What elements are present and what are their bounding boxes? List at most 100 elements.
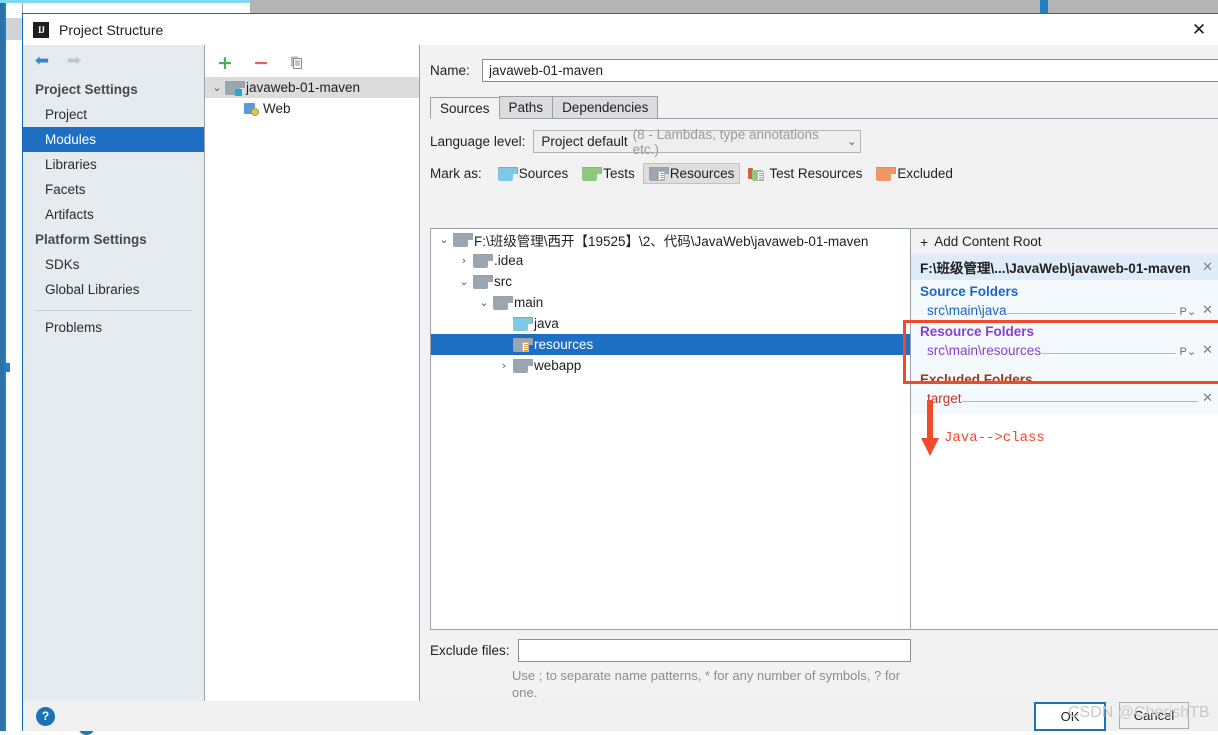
folder-gray-icon	[493, 295, 513, 310]
chevron-down-icon[interactable]: ⌄	[847, 135, 856, 148]
ide-top-cyan-strip	[0, 0, 250, 3]
tree-row-label: resources	[534, 337, 594, 352]
tree-row-label: F:\班级管理\西开【19525】\2、代码\JavaWeb\javaweb-0…	[474, 233, 869, 249]
exclude-files-area: Exclude files: Use ; to separate name pa…	[430, 630, 911, 702]
tab-paths[interactable]: Paths	[498, 96, 554, 118]
tree-row[interactable]: resources	[431, 334, 910, 355]
sidebar-item-project[interactable]: Project	[23, 102, 204, 127]
folder-blue-icon	[513, 316, 533, 331]
intellij-logo-icon: IJ	[33, 21, 49, 38]
module-tab-strip: Sources Paths Dependencies	[430, 95, 1218, 119]
chevron-down-icon[interactable]: ⌄	[455, 275, 473, 288]
folder-resources-icon	[513, 337, 533, 352]
row-rule	[1006, 312, 1176, 314]
sidebar-item-artifacts[interactable]: Artifacts	[23, 202, 204, 227]
tab-dependencies[interactable]: Dependencies	[552, 96, 659, 118]
tree-row-label: src	[494, 274, 512, 289]
source-folders-title: Source Folders	[911, 280, 1218, 301]
folder-gray-icon	[513, 358, 533, 373]
chevron-right-icon[interactable]: ›	[455, 254, 473, 267]
forward-arrow-icon[interactable]: ➡	[65, 52, 83, 70]
content-split: ⌄ F:\班级管理\西开【19525】\2、代码\JavaWeb\javaweb…	[420, 228, 1218, 630]
remove-resource-folder-icon[interactable]: ✕	[1202, 343, 1213, 358]
dialog-title: Project Structure	[59, 21, 164, 38]
mark-as-excluded-button[interactable]: Excluded	[870, 163, 959, 184]
resource-folder-path: src\main\resources	[927, 343, 1042, 358]
sidebar-item-global-libraries[interactable]: Global Libraries	[23, 277, 204, 302]
sidebar-item-problems[interactable]: Problems	[23, 315, 204, 340]
mark-as-tests-button[interactable]: Tests	[576, 163, 641, 184]
exclude-files-label: Exclude files:	[430, 643, 510, 658]
chevron-down-icon[interactable]: ⌄	[475, 296, 493, 309]
module-name-row: Name:	[420, 45, 1218, 82]
sidebar-item-modules[interactable]: Modules	[23, 127, 204, 152]
remove-source-folder-icon[interactable]: ✕	[1202, 303, 1213, 318]
nav-divider	[35, 310, 192, 311]
module-facet-row[interactable]: Web	[205, 98, 419, 119]
mark-as-label: Mark as:	[430, 166, 482, 181]
properties-icon[interactable]: P⌄	[1180, 345, 1197, 358]
chevron-down-icon[interactable]: ⌄	[435, 233, 453, 246]
mark-as-resources-button[interactable]: Resources	[642, 163, 741, 184]
row-rule	[1041, 352, 1176, 354]
add-module-button[interactable]: +	[215, 53, 235, 73]
folder-green-icon	[582, 166, 603, 181]
mark-as-excluded-label: Excluded	[897, 166, 953, 181]
mark-as-test-resources-label: Test Resources	[769, 166, 863, 181]
mark-as-test-resources-button[interactable]: Test Resources	[742, 163, 868, 184]
ide-toolwindow-tab[interactable]	[6, 18, 22, 40]
help-button[interactable]: ?	[36, 706, 55, 726]
module-tree-row[interactable]: ⌄ javaweb-01-maven	[205, 77, 419, 98]
sidebar-item-libraries[interactable]: Libraries	[23, 152, 204, 177]
folder-resources-icon	[648, 166, 669, 181]
tree-row-label: .idea	[494, 253, 524, 268]
tree-row[interactable]: › .idea	[431, 250, 910, 271]
mark-as-row: Mark as: Sources Tests Resources Test Re…	[420, 153, 1218, 184]
folder-blue-icon	[497, 166, 518, 181]
tab-sources[interactable]: Sources	[430, 97, 500, 119]
tree-row[interactable]: ⌄ src	[431, 271, 910, 292]
resource-folder-row[interactable]: src\main\resources P⌄ ✕	[911, 341, 1218, 360]
tree-row[interactable]: java	[431, 313, 910, 334]
sidebar-item-facets[interactable]: Facets	[23, 177, 204, 202]
nav-group-platform-settings: Platform Settings	[35, 232, 147, 247]
close-icon[interactable]: ✕	[1186, 19, 1212, 41]
module-facet-row-label: Web	[263, 101, 291, 116]
content-root-header: F:\班级管理\...\JavaWeb\javaweb-01-maven ✕	[911, 254, 1218, 280]
copy-module-button[interactable]	[287, 53, 307, 73]
language-level-label: Language level:	[430, 134, 526, 149]
resource-folders-title: Resource Folders	[911, 320, 1218, 341]
excluded-folder-row[interactable]: target ✕	[911, 389, 1218, 408]
exclude-files-row: Exclude files:	[430, 630, 911, 662]
tree-row[interactable]: › webapp	[431, 355, 910, 376]
remove-module-button[interactable]: −	[251, 53, 271, 73]
exclude-files-hint: Use ; to separate name patterns, * for a…	[512, 668, 901, 700]
tree-row-label: java	[534, 316, 559, 331]
add-content-root-button[interactable]: + Add Content Root	[911, 229, 1218, 254]
folder-gray-icon	[473, 274, 493, 289]
cancel-button[interactable]: Cancel	[1119, 701, 1189, 729]
remove-excluded-folder-icon[interactable]: ✕	[1202, 391, 1213, 406]
language-level-hint: (8 - Lambdas, type annotations etc.)	[632, 126, 819, 157]
tree-row[interactable]: ⌄ main	[431, 292, 910, 313]
name-input[interactable]	[482, 59, 1218, 82]
chevron-right-icon[interactable]: ›	[495, 359, 513, 372]
chevron-down-icon[interactable]: ⌄	[209, 81, 225, 94]
language-level-select[interactable]: Project default (8 - Lambdas, type annot…	[533, 127, 862, 157]
source-folder-tree[interactable]: ⌄ F:\班级管理\西开【19525】\2、代码\JavaWeb\javaweb…	[430, 228, 910, 630]
content-roots-pane: + Add Content Root F:\班级管理\...\JavaWeb\j…	[910, 228, 1218, 630]
sidebar-item-sdks[interactable]: SDKs	[23, 252, 204, 277]
ide-scroll-marker	[4, 363, 10, 372]
exclude-files-input[interactable]	[517, 639, 911, 662]
source-folder-path: src\main\java	[927, 303, 1007, 318]
mark-as-sources-button[interactable]: Sources	[492, 163, 575, 184]
ok-button[interactable]: OK	[1034, 701, 1106, 731]
nav-group-project-settings: Project Settings	[35, 82, 138, 97]
properties-icon[interactable]: P⌄	[1180, 305, 1197, 318]
tree-row[interactable]: ⌄ F:\班级管理\西开【19525】\2、代码\JavaWeb\javaweb…	[431, 229, 910, 250]
remove-content-root-icon[interactable]: ✕	[1202, 260, 1213, 275]
module-tree-row-label: javaweb-01-maven	[246, 80, 361, 95]
back-arrow-icon[interactable]: ⬅	[33, 52, 51, 70]
section-spacer	[911, 360, 1218, 368]
source-folder-row[interactable]: src\main\java P⌄ ✕	[911, 301, 1218, 320]
